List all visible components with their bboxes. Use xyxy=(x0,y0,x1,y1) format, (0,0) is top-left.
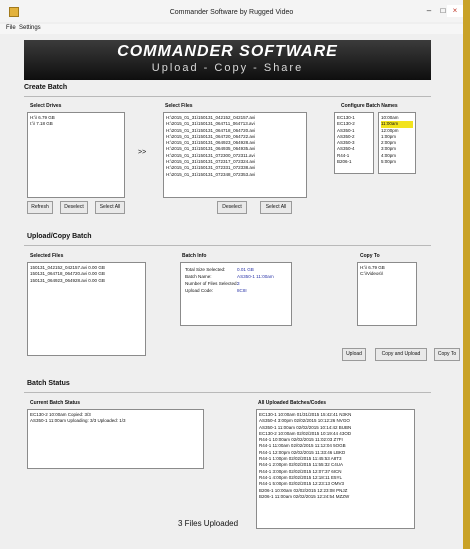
list-item[interactable]: 5:00pm xyxy=(381,159,413,165)
list-item[interactable]: C:\\Videos\\ xyxy=(360,271,414,277)
deselect-drives-button[interactable]: Deselect xyxy=(60,201,88,214)
list-item[interactable]: I:\\ 7.18 GB xyxy=(30,121,122,127)
list-item[interactable]: B206-1 xyxy=(337,159,371,165)
minimize-icon[interactable]: – xyxy=(422,5,436,17)
files-list[interactable]: H:\2015_01_31\150131_042152_042157.avi H… xyxy=(163,112,307,198)
list-item[interactable]: B206-1 11:00am 02/02/2015 12:24:54 MZZW xyxy=(259,494,412,500)
batch-times-list[interactable]: 10:00am 11:00am 12:00pm 1:00pm 2:00pm 3:… xyxy=(378,112,416,174)
info-value-batch-name: AS350-1 11:00am xyxy=(237,274,274,279)
copy-to-button[interactable]: Copy To xyxy=(434,348,460,361)
refresh-button[interactable]: Refresh xyxy=(27,201,53,214)
batch-info-label: Batch Info xyxy=(182,253,207,259)
all-uploaded-label: All Uploaded Batches/Codes xyxy=(258,400,327,406)
files-uploaded-status: 3 Files Uploaded xyxy=(178,519,239,528)
menu-settings[interactable]: Settings xyxy=(19,25,41,31)
batch-info-panel: Total Size Selected: Batch Name: Number … xyxy=(180,262,292,326)
select-all-files-button[interactable]: Select All xyxy=(260,201,292,214)
select-drives-label: Select Drives xyxy=(30,103,62,109)
select-files-label: Select Files xyxy=(165,103,193,109)
divider xyxy=(24,245,431,246)
batch-status-heading: Batch Status xyxy=(27,380,70,387)
current-batch-status-label: Current Batch Status xyxy=(30,400,81,406)
divider xyxy=(24,392,431,393)
select-all-drives-button[interactable]: Select All xyxy=(95,201,125,214)
upload-button[interactable]: Upload xyxy=(342,348,366,361)
batch-names-list[interactable]: EC130-1 EC130-2 AS350-1 AS350-2 AS350-3 … xyxy=(334,112,374,174)
list-item[interactable]: AS350-1 11:00am Uploading: 3/3 Uploaded:… xyxy=(30,418,201,424)
selected-files-label: Selected Files xyxy=(30,253,64,259)
create-batch-heading: Create Batch xyxy=(24,84,68,91)
info-key-upload-code: Upload Code: xyxy=(185,288,214,293)
divider xyxy=(24,96,431,97)
configure-batch-names-label: Configure Batch Names xyxy=(341,103,398,109)
current-batch-status-list[interactable]: EC130-2 10:00am Copied: 3/3 AS350-1 11:0… xyxy=(27,409,204,469)
info-value-upload-code: 8C8I xyxy=(237,288,247,293)
list-item[interactable]: 150131_064923_064928.avi 0.00 GB xyxy=(30,278,143,284)
move-arrow[interactable]: >> xyxy=(138,149,146,156)
copy-to-label: Copy To xyxy=(360,253,380,259)
upload-copy-heading: Upload/Copy Batch xyxy=(27,233,92,240)
banner-subtitle: Upload - Copy - Share xyxy=(151,62,304,74)
copy-to-list[interactable]: H:\\ 6.79 GB C:\\Videos\\ xyxy=(357,262,417,326)
close-icon[interactable]: × xyxy=(447,5,463,17)
deselect-files-button[interactable]: Deselect xyxy=(217,201,247,214)
list-item[interactable]: H:\2015_01_31\150131_072348_072353.avi xyxy=(166,172,304,178)
selected-files-list[interactable]: 150131_042152_042157.avi 0.00 GB 150131_… xyxy=(27,262,146,356)
menu-bar xyxy=(0,24,463,34)
all-uploaded-list[interactable]: EC130-1 10:00am 01/31/2015 15:42:41 N3KN… xyxy=(256,409,415,529)
drives-list[interactable]: H:\\ 6.79 GB I:\\ 7.18 GB xyxy=(27,112,125,198)
menu-file[interactable]: File xyxy=(6,25,16,31)
banner-title: COMMANDER SOFTWARE xyxy=(117,43,338,60)
copy-and-upload-button[interactable]: Copy and Upload xyxy=(375,348,427,361)
window-title: Commander Software by Rugged Video xyxy=(169,9,294,16)
